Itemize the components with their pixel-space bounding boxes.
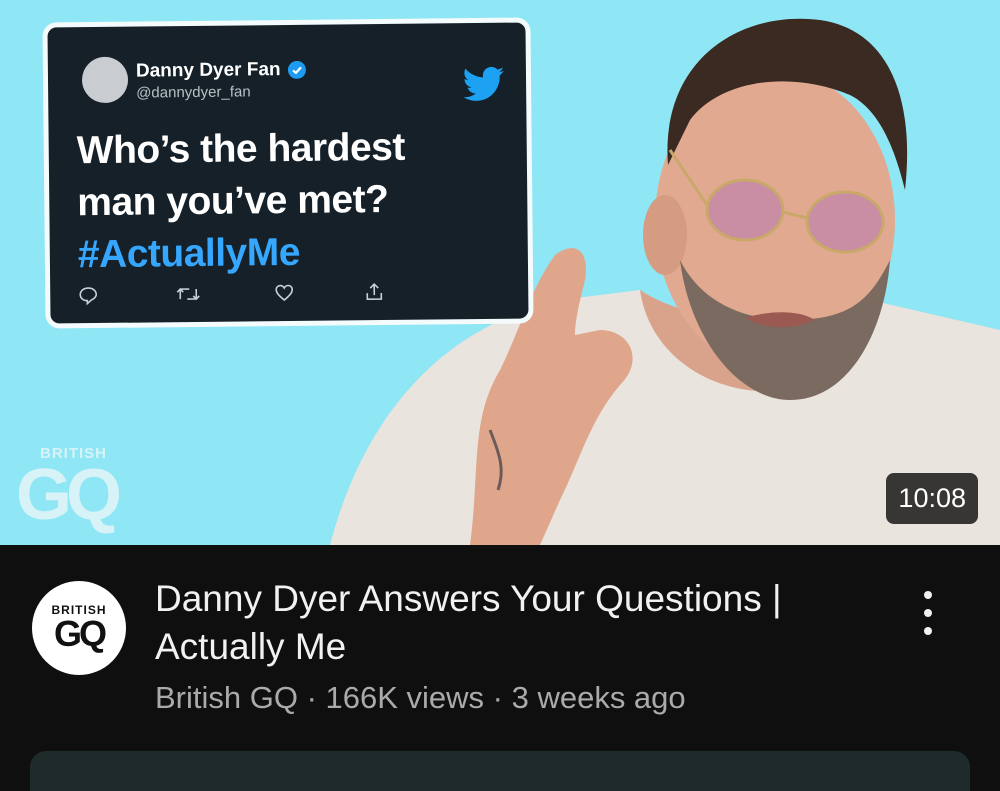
more-options-icon-dot xyxy=(924,609,932,617)
tweet-actions xyxy=(78,282,398,309)
video-info: BRITISH GQ Danny Dyer Answers Your Quest… xyxy=(0,545,1000,791)
more-options-icon xyxy=(924,591,932,599)
tweet-text: Who’s the hardest man you’ve met? #Actua… xyxy=(76,121,508,281)
next-card-partial[interactable] xyxy=(30,751,970,791)
twitter-bird-icon xyxy=(463,66,504,101)
video-thumbnail[interactable]: Danny Dyer Fan @dannydyer_fan Who’s the … xyxy=(0,0,1000,545)
gq-watermark: BRITISH GQ xyxy=(16,445,122,535)
retweet-icon xyxy=(176,288,200,301)
reply-icon xyxy=(79,287,98,306)
tweet-line-1: Who’s the hardest xyxy=(76,125,406,173)
duration-badge: 10:08 xyxy=(886,473,978,524)
video-title[interactable]: Danny Dyer Answers Your Questions | Actu… xyxy=(155,575,865,671)
tweet-author: Danny Dyer Fan xyxy=(136,59,306,83)
video-meta: British GQ · 166K views · 3 weeks ago xyxy=(155,680,686,715)
share-icon xyxy=(366,282,383,300)
tweet-avatar xyxy=(81,56,129,104)
tweet-hashtag: #ActuallyMe xyxy=(77,230,301,277)
gq-watermark-big: GQ xyxy=(16,455,122,535)
tweet-handle: @dannydyer_fan xyxy=(136,83,251,102)
channel-avatar-big: GQ xyxy=(53,613,107,654)
like-icon xyxy=(275,284,294,302)
tweet-card: Danny Dyer Fan @dannydyer_fan Who’s the … xyxy=(42,17,534,329)
tweet-line-2: man you’ve met? xyxy=(77,177,389,225)
verified-badge-icon xyxy=(287,60,306,79)
channel-avatar[interactable]: BRITISH GQ xyxy=(32,581,126,675)
more-options-button[interactable] xyxy=(910,585,946,641)
more-options-icon-dot xyxy=(924,627,932,635)
